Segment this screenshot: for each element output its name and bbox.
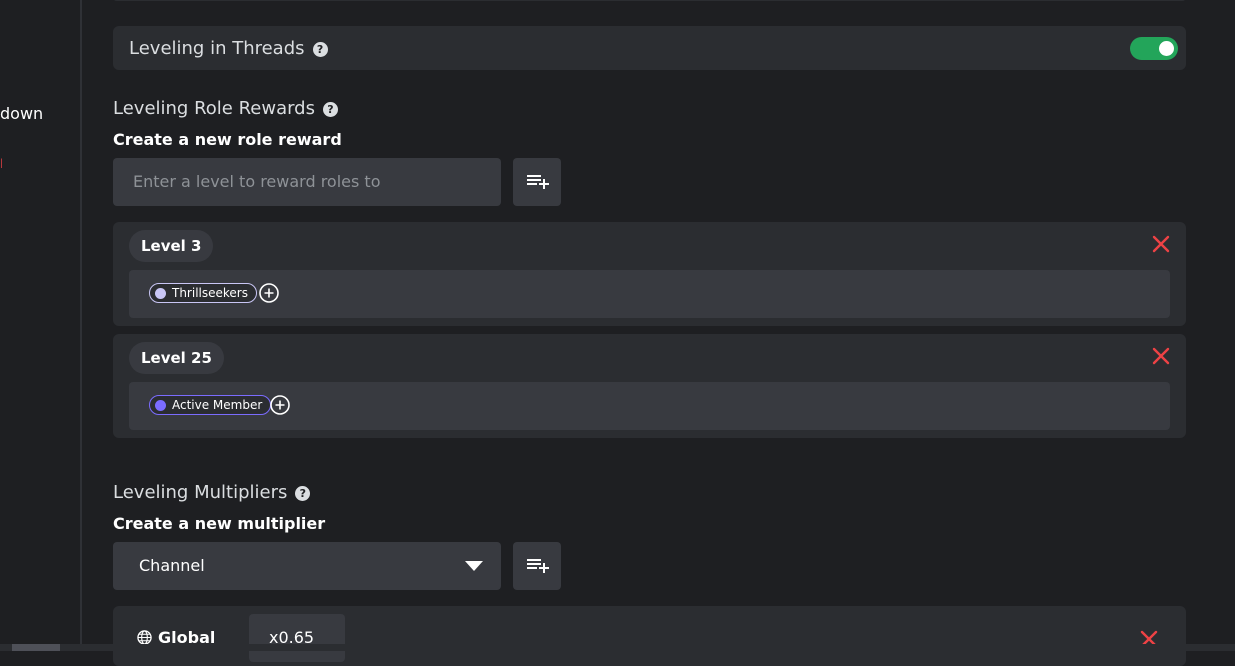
role-chip[interactable]: Active Member bbox=[149, 395, 272, 415]
create-multiplier-label: Create a new multiplier bbox=[113, 514, 326, 533]
level-badge: Level 3 bbox=[129, 230, 214, 262]
main-content: Leveling in Threads? Leveling Role Rewar… bbox=[82, 0, 1235, 666]
toggle-knob bbox=[1159, 41, 1174, 56]
sidebar-item-partial[interactable]: down bbox=[0, 104, 43, 123]
bottom-bar bbox=[0, 644, 1235, 651]
role-color-dot bbox=[155, 400, 166, 411]
add-role-reward-button[interactable] bbox=[513, 158, 561, 206]
previous-setting-card bbox=[113, 0, 1186, 1]
role-name: Active Member bbox=[172, 398, 263, 412]
globe-icon bbox=[137, 630, 152, 645]
multiplier-value-input[interactable]: x0.65 bbox=[249, 614, 345, 662]
role-list: Active Member bbox=[129, 382, 1170, 430]
playlist-add-icon bbox=[527, 175, 549, 189]
caret-down-icon bbox=[465, 561, 483, 571]
threads-setting-card: Leveling in Threads? bbox=[113, 26, 1186, 70]
bottom-chip bbox=[12, 644, 60, 651]
question-icon[interactable]: ? bbox=[312, 41, 328, 57]
role-reward-card: Level 3 Thrillseekers bbox=[113, 222, 1186, 326]
question-icon[interactable]: ? bbox=[323, 101, 338, 117]
role-color-dot bbox=[155, 288, 166, 299]
role-rewards-title: Leveling Role Rewards bbox=[113, 98, 315, 119]
plus-circle-icon[interactable] bbox=[270, 395, 290, 415]
threads-label: Leveling in Threads bbox=[129, 38, 305, 59]
global-multiplier-card: Global x0.65 bbox=[113, 606, 1186, 666]
create-role-reward-label: Create a new role reward bbox=[113, 130, 342, 149]
multipliers-heading: Leveling Multipliers? bbox=[113, 482, 311, 503]
multipliers-title: Leveling Multipliers bbox=[113, 482, 288, 503]
role-reward-card: Level 25 Active Member bbox=[113, 334, 1186, 438]
question-icon[interactable]: ? bbox=[295, 485, 311, 501]
role-chip[interactable]: Thrillseekers bbox=[149, 283, 257, 303]
close-icon[interactable] bbox=[1152, 347, 1170, 365]
close-icon[interactable] bbox=[1152, 235, 1170, 253]
plus-circle-icon[interactable] bbox=[259, 283, 279, 303]
level-badge: Level 25 bbox=[129, 342, 224, 374]
multiplier-type-select[interactable]: Channel bbox=[113, 542, 501, 590]
level-input[interactable]: Enter a level to reward roles to bbox=[113, 158, 501, 206]
role-rewards-heading: Leveling Role Rewards? bbox=[113, 98, 338, 119]
multiplier-type-value: Channel bbox=[139, 556, 205, 575]
role-name: Thrillseekers bbox=[172, 286, 248, 300]
playlist-add-icon bbox=[527, 559, 549, 573]
add-multiplier-button[interactable] bbox=[513, 542, 561, 590]
threads-setting: Leveling in Threads? bbox=[129, 38, 328, 59]
sidebar: down | bbox=[0, 0, 82, 644]
sidebar-indicator: | bbox=[0, 158, 2, 168]
threads-toggle[interactable] bbox=[1130, 37, 1178, 60]
role-list: Thrillseekers bbox=[129, 270, 1170, 318]
